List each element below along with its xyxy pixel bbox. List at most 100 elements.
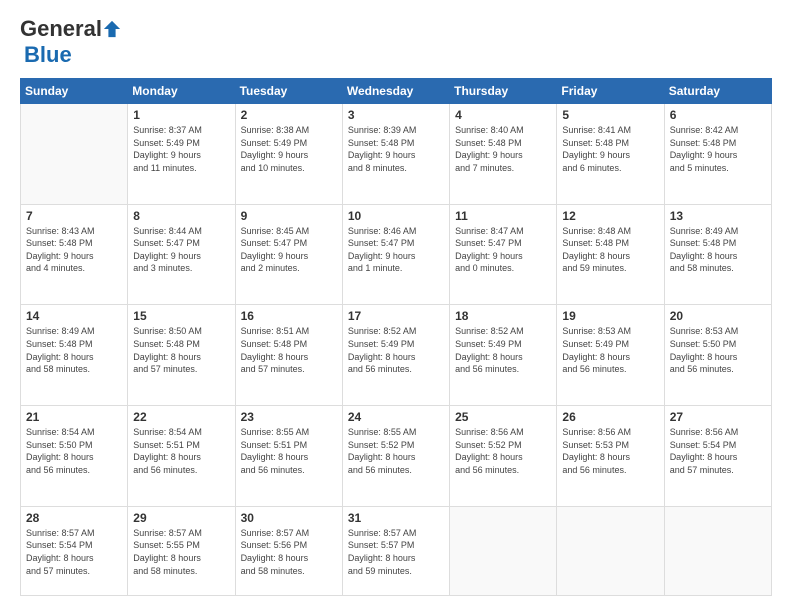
table-row: 31 Sunrise: 8:57 AM Sunset: 5:57 PM Dayli…	[342, 506, 449, 595]
day-info: Sunrise: 8:54 AM Sunset: 5:51 PM Dayligh…	[133, 426, 229, 476]
day-number: 15	[133, 309, 229, 323]
day-number: 5	[562, 108, 658, 122]
table-row: 25 Sunrise: 8:56 AM Sunset: 5:52 PM Dayli…	[450, 406, 557, 507]
table-row: 29 Sunrise: 8:57 AM Sunset: 5:55 PM Dayli…	[128, 506, 235, 595]
table-row: 8 Sunrise: 8:44 AM Sunset: 5:47 PM Daylig…	[128, 204, 235, 305]
table-row: 13 Sunrise: 8:49 AM Sunset: 5:48 PM Dayli…	[664, 204, 771, 305]
day-number: 2	[241, 108, 337, 122]
day-info: Sunrise: 8:49 AM Sunset: 5:48 PM Dayligh…	[26, 325, 122, 375]
day-info: Sunrise: 8:42 AM Sunset: 5:48 PM Dayligh…	[670, 124, 766, 174]
day-info: Sunrise: 8:41 AM Sunset: 5:48 PM Dayligh…	[562, 124, 658, 174]
day-info: Sunrise: 8:52 AM Sunset: 5:49 PM Dayligh…	[455, 325, 551, 375]
table-row: 26 Sunrise: 8:56 AM Sunset: 5:53 PM Dayli…	[557, 406, 664, 507]
table-row: 14 Sunrise: 8:49 AM Sunset: 5:48 PM Dayli…	[21, 305, 128, 406]
calendar-table: Sunday Monday Tuesday Wednesday Thursday…	[20, 78, 772, 596]
calendar-week-row: 28Sunrise: 8:57 AM Sunset: 5:54 PM Dayli…	[21, 506, 772, 595]
day-number: 11	[455, 209, 551, 223]
table-row: 17 Sunrise: 8:52 AM Sunset: 5:49 PM Dayli…	[342, 305, 449, 406]
day-info: Sunrise: 8:52 AM Sunset: 5:49 PM Dayligh…	[348, 325, 444, 375]
day-number: 10	[348, 209, 444, 223]
day-info: Sunrise: 8:56 AM Sunset: 5:53 PM Dayligh…	[562, 426, 658, 476]
day-info: Sunrise: 8:55 AM Sunset: 5:51 PM Dayligh…	[241, 426, 337, 476]
day-number: 23	[241, 410, 337, 424]
day-number: 3	[348, 108, 444, 122]
table-row	[450, 506, 557, 595]
day-number: 27	[670, 410, 766, 424]
day-number: 4	[455, 108, 551, 122]
day-number: 18	[455, 309, 551, 323]
day-number: 19	[562, 309, 658, 323]
day-info: Sunrise: 8:53 AM Sunset: 5:49 PM Dayligh…	[562, 325, 658, 375]
table-row: 28Sunrise: 8:57 AM Sunset: 5:54 PM Dayli…	[21, 506, 128, 595]
table-row: 22Sunrise: 8:54 AM Sunset: 5:51 PM Dayli…	[128, 406, 235, 507]
day-info: Sunrise: 8:38 AM Sunset: 5:49 PM Dayligh…	[241, 124, 337, 174]
table-row: 6Sunrise: 8:42 AM Sunset: 5:48 PM Daylig…	[664, 104, 771, 205]
page: General Blue Sunday Monday Tuesday Wedne…	[0, 0, 792, 612]
day-number: 1	[133, 108, 229, 122]
day-info: Sunrise: 8:57 AM Sunset: 5:57 PM Dayligh…	[348, 527, 444, 577]
day-number: 24	[348, 410, 444, 424]
logo: General Blue	[20, 16, 122, 68]
table-row	[21, 104, 128, 205]
day-number: 8	[133, 209, 229, 223]
table-row: 9 Sunrise: 8:45 AM Sunset: 5:47 PM Daylig…	[235, 204, 342, 305]
day-number: 31	[348, 511, 444, 525]
day-info: Sunrise: 8:43 AM Sunset: 5:48 PM Dayligh…	[26, 225, 122, 275]
day-info: Sunrise: 8:37 AM Sunset: 5:49 PM Dayligh…	[133, 124, 229, 174]
day-info: Sunrise: 8:44 AM Sunset: 5:47 PM Dayligh…	[133, 225, 229, 275]
logo-text: General	[20, 16, 122, 42]
day-info: Sunrise: 8:56 AM Sunset: 5:54 PM Dayligh…	[670, 426, 766, 476]
table-row: 4 Sunrise: 8:40 AM Sunset: 5:48 PM Daylig…	[450, 104, 557, 205]
day-number: 17	[348, 309, 444, 323]
table-row: 30 Sunrise: 8:57 AM Sunset: 5:56 PM Dayli…	[235, 506, 342, 595]
calendar-week-row: 7 Sunrise: 8:43 AM Sunset: 5:48 PM Daylig…	[21, 204, 772, 305]
table-row: 15 Sunrise: 8:50 AM Sunset: 5:48 PM Dayli…	[128, 305, 235, 406]
table-row: 20Sunrise: 8:53 AM Sunset: 5:50 PM Dayli…	[664, 305, 771, 406]
table-row: 19 Sunrise: 8:53 AM Sunset: 5:49 PM Dayli…	[557, 305, 664, 406]
table-row: 7 Sunrise: 8:43 AM Sunset: 5:48 PM Daylig…	[21, 204, 128, 305]
day-info: Sunrise: 8:45 AM Sunset: 5:47 PM Dayligh…	[241, 225, 337, 275]
day-number: 9	[241, 209, 337, 223]
table-row: 18 Sunrise: 8:52 AM Sunset: 5:49 PM Dayli…	[450, 305, 557, 406]
table-row: 5 Sunrise: 8:41 AM Sunset: 5:48 PM Daylig…	[557, 104, 664, 205]
day-number: 25	[455, 410, 551, 424]
day-number: 14	[26, 309, 122, 323]
table-row: 21Sunrise: 8:54 AM Sunset: 5:50 PM Dayli…	[21, 406, 128, 507]
calendar-week-row: 21Sunrise: 8:54 AM Sunset: 5:50 PM Dayli…	[21, 406, 772, 507]
header-monday: Monday	[128, 79, 235, 104]
header-saturday: Saturday	[664, 79, 771, 104]
day-number: 30	[241, 511, 337, 525]
day-number: 29	[133, 511, 229, 525]
day-number: 7	[26, 209, 122, 223]
day-info: Sunrise: 8:47 AM Sunset: 5:47 PM Dayligh…	[455, 225, 551, 275]
table-row: 10 Sunrise: 8:46 AM Sunset: 5:47 PM Dayli…	[342, 204, 449, 305]
table-row: 2 Sunrise: 8:38 AM Sunset: 5:49 PM Daylig…	[235, 104, 342, 205]
table-row: 23 Sunrise: 8:55 AM Sunset: 5:51 PM Dayli…	[235, 406, 342, 507]
day-info: Sunrise: 8:56 AM Sunset: 5:52 PM Dayligh…	[455, 426, 551, 476]
day-info: Sunrise: 8:57 AM Sunset: 5:54 PM Dayligh…	[26, 527, 122, 577]
day-number: 13	[670, 209, 766, 223]
day-info: Sunrise: 8:55 AM Sunset: 5:52 PM Dayligh…	[348, 426, 444, 476]
day-info: Sunrise: 8:50 AM Sunset: 5:48 PM Dayligh…	[133, 325, 229, 375]
day-info: Sunrise: 8:54 AM Sunset: 5:50 PM Dayligh…	[26, 426, 122, 476]
header-sunday: Sunday	[21, 79, 128, 104]
table-row: 24 Sunrise: 8:55 AM Sunset: 5:52 PM Dayli…	[342, 406, 449, 507]
header: General Blue	[20, 16, 772, 68]
calendar-week-row: 1 Sunrise: 8:37 AM Sunset: 5:49 PM Daylig…	[21, 104, 772, 205]
header-friday: Friday	[557, 79, 664, 104]
day-number: 16	[241, 309, 337, 323]
logo-blue: Blue	[24, 42, 72, 68]
day-info: Sunrise: 8:57 AM Sunset: 5:56 PM Dayligh…	[241, 527, 337, 577]
table-row	[557, 506, 664, 595]
header-thursday: Thursday	[450, 79, 557, 104]
table-row: 16 Sunrise: 8:51 AM Sunset: 5:48 PM Dayli…	[235, 305, 342, 406]
day-number: 26	[562, 410, 658, 424]
day-info: Sunrise: 8:40 AM Sunset: 5:48 PM Dayligh…	[455, 124, 551, 174]
day-info: Sunrise: 8:46 AM Sunset: 5:47 PM Dayligh…	[348, 225, 444, 275]
day-info: Sunrise: 8:49 AM Sunset: 5:48 PM Dayligh…	[670, 225, 766, 275]
day-info: Sunrise: 8:48 AM Sunset: 5:48 PM Dayligh…	[562, 225, 658, 275]
day-info: Sunrise: 8:51 AM Sunset: 5:48 PM Dayligh…	[241, 325, 337, 375]
header-wednesday: Wednesday	[342, 79, 449, 104]
day-info: Sunrise: 8:57 AM Sunset: 5:55 PM Dayligh…	[133, 527, 229, 577]
day-number: 12	[562, 209, 658, 223]
